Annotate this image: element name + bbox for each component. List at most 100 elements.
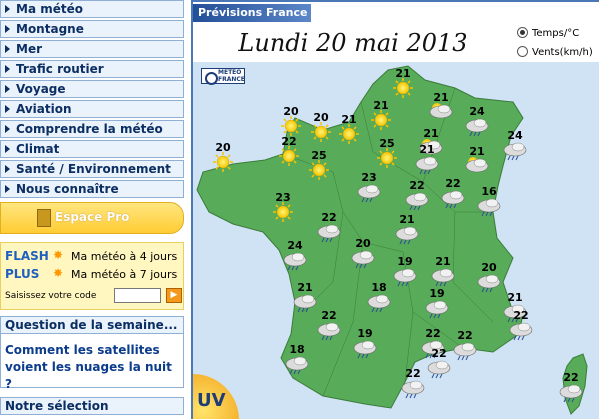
temperature-label: 21 (395, 67, 410, 80)
nav-label: Mer (16, 42, 42, 56)
nav-label: Climat (16, 142, 60, 156)
temperature-label: 19 (429, 287, 444, 300)
forecast-panel: Prévisions France Lundi 20 mai 2013 Temp… (191, 0, 599, 419)
sun-icon (213, 152, 233, 172)
temperature-label: 22 (409, 179, 424, 192)
arrow-icon (5, 165, 10, 173)
temperature-label: 16 (481, 185, 497, 198)
temperature-label: 25 (379, 137, 394, 150)
nav-item-aviation[interactable]: Aviation (0, 100, 184, 118)
sun-icon (393, 78, 413, 98)
nav-label: Santé / Environnement (16, 162, 171, 176)
nav-label: Nous connaître (16, 182, 119, 196)
nav-label: Trafic routier (16, 62, 104, 76)
arrow-icon (5, 25, 10, 33)
nav-label: Voyage (16, 82, 66, 96)
nav-item-montagne[interactable]: Montagne (0, 20, 184, 38)
sun-icon (281, 116, 301, 136)
code-go-button[interactable]: ▶ (166, 288, 182, 303)
temperature-label: 24 (287, 239, 303, 252)
temperature-label: 21 (469, 145, 484, 158)
temperature-label: 18 (289, 343, 304, 356)
temperature-label: 23 (275, 191, 290, 204)
temperature-label: 22 (513, 309, 528, 322)
sun-icon (273, 202, 293, 222)
radio-temperature[interactable]: Temps/°C (517, 27, 579, 39)
temperature-label: 21 (433, 91, 448, 104)
temperature-label: 22 (321, 309, 336, 322)
nav-label: Comprendre la météo (16, 122, 163, 136)
temperature-label: 20 (481, 261, 497, 274)
radio-temperature-label: Temps/°C (532, 28, 580, 39)
nav-item-comprendre[interactable]: Comprendre la météo (0, 120, 184, 138)
nav-label: Ma météo (16, 2, 83, 16)
temperature-label: 25 (311, 149, 326, 162)
temperature-label: 22 (457, 329, 472, 342)
selection-heading: Notre sélection (0, 397, 184, 415)
nav-item-climat[interactable]: Climat (0, 140, 184, 158)
arrow-icon (5, 105, 10, 113)
temperature-label: 20 (283, 105, 299, 118)
radio-selected-icon (517, 27, 528, 38)
flash-label: FLASH (5, 249, 49, 263)
question-heading: Question de la semaine... (0, 316, 184, 334)
temperature-label: 21 (419, 143, 434, 156)
france-map[interactable]: 21 21 21 20 20 21 24 21 24 20 22 25 25 21 21 23 22 22 16 23… (193, 62, 599, 419)
temperature-label: 18 (371, 281, 386, 294)
temperature-label: 21 (341, 113, 356, 126)
temperature-label: 22 (321, 211, 336, 224)
arrow-icon (5, 5, 10, 13)
nav-item-mer[interactable]: Mer (0, 40, 184, 58)
espace-pro-button[interactable]: Espace Pro (0, 202, 184, 234)
radio-wind-label: Vents(km/h) (532, 47, 593, 58)
temperature-label: 22 (425, 327, 440, 340)
sun-star-icon: ✸ (53, 248, 64, 262)
temperature-label: 20 (313, 111, 329, 124)
arrow-icon (5, 65, 10, 73)
meteo-france-logo: MÉTÉO FRANCE (201, 68, 245, 85)
temperature-label: 22 (445, 177, 460, 190)
panel-tab: Prévisions France (193, 4, 311, 22)
left-sidebar: Ma météo Montagne Mer Trafic routier Voy… (0, 0, 186, 419)
temperature-label: 22 (431, 347, 446, 360)
plus-link[interactable]: Ma météo à 7 jours (71, 268, 177, 281)
temperature-label: 21 (373, 99, 388, 112)
arrow-icon (5, 185, 10, 193)
arrow-icon (5, 45, 10, 53)
code-input[interactable] (114, 288, 161, 303)
temperature-label: 22 (563, 371, 578, 384)
nav-item-voyage[interactable]: Voyage (0, 80, 184, 98)
nav-item-ma-meteo[interactable]: Ma météo (0, 0, 184, 18)
question-link[interactable]: Comment les satellites voient les nuages… (5, 342, 181, 393)
temperature-label: 22 (281, 135, 296, 148)
nav-item-nous-connaitre[interactable]: Nous connaître (0, 180, 184, 198)
flash-link[interactable]: Ma météo à 4 jours (71, 250, 177, 263)
radio-unselected-icon (517, 46, 528, 57)
temperature-label: 21 (399, 213, 414, 226)
espace-pro-label: Espace Pro (55, 210, 130, 224)
sun-icon (377, 148, 397, 168)
nav-label: Aviation (16, 102, 72, 116)
sun-icon (311, 122, 331, 142)
nav-item-trafic-routier[interactable]: Trafic routier (0, 60, 184, 78)
nav-item-sante[interactable]: Santé / Environnement (0, 160, 184, 178)
temperature-label: 20 (215, 141, 231, 154)
sun-star-icon: ✸ (53, 266, 64, 280)
temperature-label: 19 (397, 255, 412, 268)
sun-icon (279, 146, 299, 166)
temperature-label: 21 (435, 255, 450, 268)
temperature-label: 22 (405, 367, 420, 380)
flash-plus-box: FLASH ✸ Ma météo à 4 jours PLUS ✸ Ma mét… (0, 242, 184, 310)
radio-wind[interactable]: Vents(km/h) (517, 46, 593, 58)
briefcase-icon (37, 209, 51, 227)
temperature-label: 24 (469, 105, 485, 118)
question-box: Comment les satellites voient les nuages… (0, 334, 184, 391)
temperature-label: 21 (297, 281, 312, 294)
arrow-icon (5, 125, 10, 133)
temperature-label: 21 (423, 127, 438, 140)
sun-icon (371, 110, 391, 130)
temperature-label: 23 (361, 171, 376, 184)
sun-icon (339, 124, 359, 144)
arrow-icon (5, 145, 10, 153)
temperature-label: 20 (355, 237, 371, 250)
